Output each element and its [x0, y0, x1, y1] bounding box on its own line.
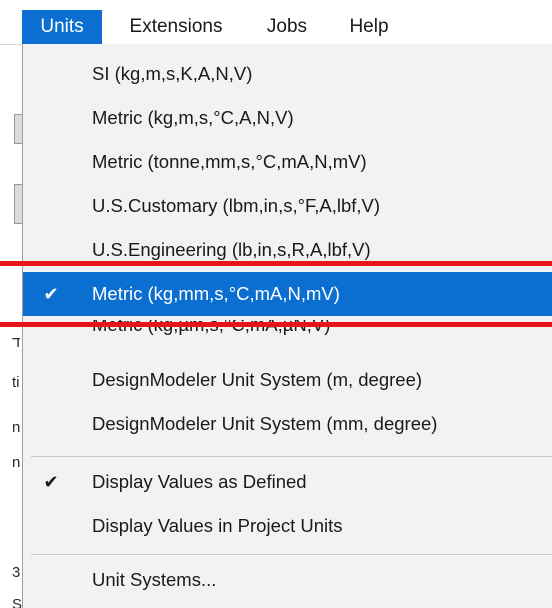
menu-item-label: Metric (kg,mm,s,°C,mA,N,mV)	[92, 283, 340, 304]
annotation-line-top	[0, 261, 552, 266]
background-text: n	[12, 454, 21, 471]
menu-item-display-values-as-defined[interactable]: ✔ Display Values as Defined	[23, 460, 552, 504]
menu-item-label: U.S.Customary (lbm,in,s,°F,A,lbf,V)	[92, 195, 381, 216]
menu-item-metric-kg-mm[interactable]: ✔ Metric (kg,mm,s,°C,mA,N,mV)	[23, 272, 552, 316]
background-text: n	[12, 419, 21, 436]
checkmark-icon: ✔	[43, 472, 59, 492]
background-text: ti	[12, 374, 20, 391]
menu-item-label: Metric (tonne,mm,s,°C,mA,N,mV)	[92, 151, 367, 172]
menu-item-designmodeler-mm[interactable]: DesignModeler Unit System (mm, degree)	[23, 402, 552, 446]
menu-item-metric-tonne-mm[interactable]: Metric (tonne,mm,s,°C,mA,N,mV)	[23, 140, 552, 184]
menu-item-label: DesignModeler Unit System (mm, degree)	[92, 413, 438, 434]
menu-item-label: Metric (kg,m,s,°C,A,N,V)	[92, 107, 294, 128]
menu-item-label: Display Values in Project Units	[92, 515, 343, 536]
menu-item-display-values-in-project-units[interactable]: Display Values in Project Units	[23, 504, 552, 548]
menu-item-si[interactable]: SI (kg,m,s,K,A,N,V)	[23, 52, 552, 96]
menu-extensions[interactable]: Extensions	[112, 10, 240, 44]
screen: ד ti n n 3 S Units Extensions Jobs Help …	[0, 0, 552, 608]
menu-item-metric-kg-m[interactable]: Metric (kg,m,s,°C,A,N,V)	[23, 96, 552, 140]
checkmark-icon: ✔	[43, 284, 59, 304]
menu-item-designmodeler-m[interactable]: DesignModeler Unit System (m, degree)	[23, 358, 552, 402]
menu-bar: Units Extensions Jobs Help	[0, 0, 552, 45]
menu-item-label: DesignModeler Unit System (m, degree)	[92, 369, 423, 390]
menu-units[interactable]: Units	[22, 10, 102, 44]
menu-help[interactable]: Help	[334, 10, 404, 44]
background-text: ד	[12, 334, 21, 351]
menu-item-label: SI (kg,m,s,K,A,N,V)	[92, 63, 253, 84]
menu-item-us-customary[interactable]: U.S.Customary (lbm,in,s,°F,A,lbf,V)	[23, 184, 552, 228]
menu-item-label: Display Values as Defined	[92, 471, 307, 492]
background-text: 3	[12, 564, 21, 581]
menu-separator	[31, 554, 552, 555]
menu-separator	[31, 456, 552, 457]
background-text: S	[12, 596, 23, 608]
menu-item-unit-systems[interactable]: Unit Systems...	[23, 558, 552, 602]
menu-jobs[interactable]: Jobs	[252, 10, 322, 44]
annotation-line-bottom	[0, 322, 552, 327]
menu-item-label: Unit Systems...	[92, 569, 217, 590]
